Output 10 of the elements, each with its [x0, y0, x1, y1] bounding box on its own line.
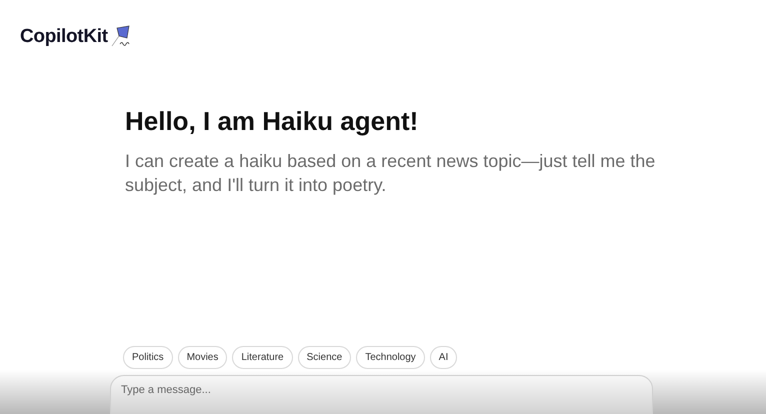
suggestion-chip[interactable]: Science	[298, 346, 352, 369]
intro-text: I can create a haiku based on a recent news topic—just tell me the subject, and I'll turn it into poetry.	[125, 150, 656, 197]
suggestion-chip[interactable]: Politics	[123, 346, 173, 369]
suggestion-chip[interactable]: Technology	[356, 346, 425, 369]
suggestion-chip[interactable]: AI	[430, 346, 458, 369]
suggestion-chip[interactable]: Movies	[178, 346, 228, 369]
brand-name: CopilotKit	[20, 26, 108, 48]
greeting-title: Hello, I am Haiku agent!	[125, 106, 420, 137]
message-input[interactable]: Type a message...	[110, 375, 653, 414]
suggestion-chip[interactable]: Literature	[232, 346, 293, 369]
